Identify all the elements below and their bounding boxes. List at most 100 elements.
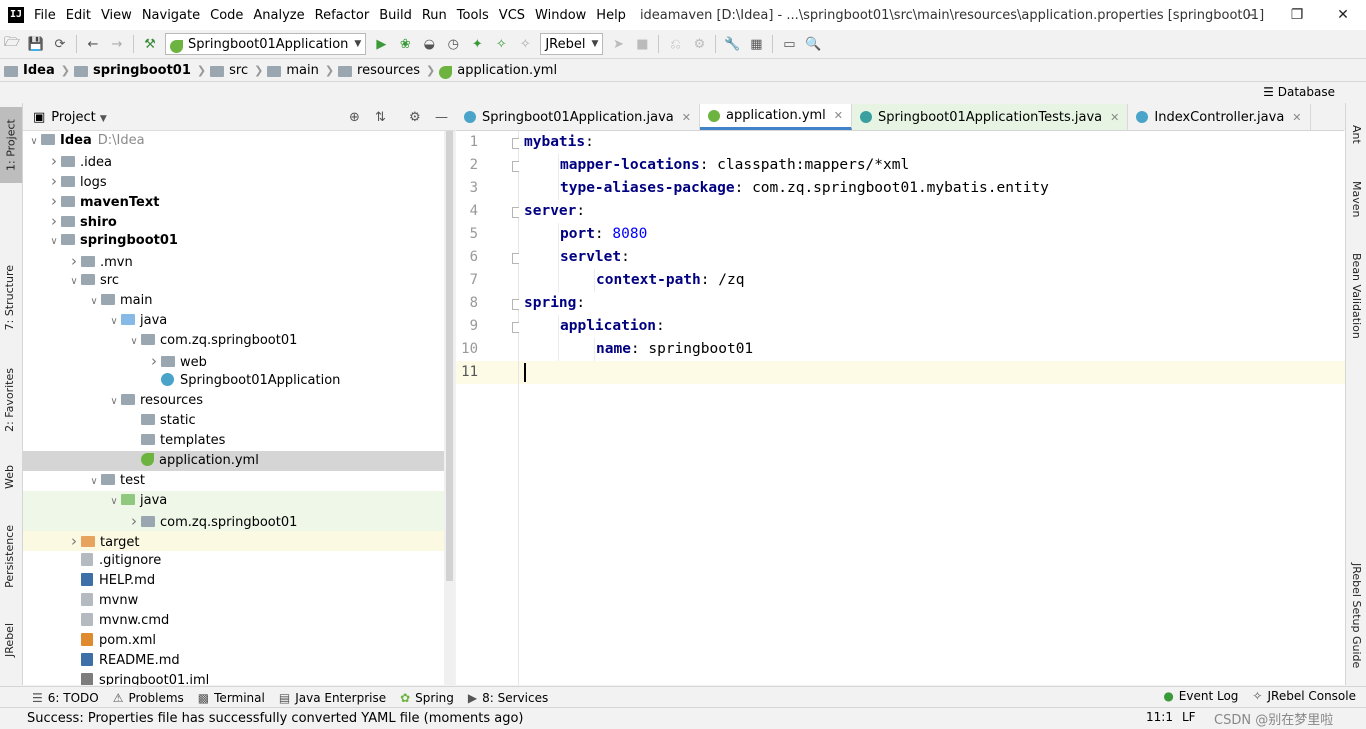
- tree-item[interactable]: mvnw.cmd: [23, 611, 455, 631]
- chevron-right-icon[interactable]: ›: [127, 511, 141, 531]
- build-hammer-icon[interactable]: ⚒: [142, 36, 158, 52]
- jrebel-select[interactable]: JRebel ▼: [540, 33, 604, 55]
- tree-item[interactable]: › .mvn: [23, 251, 455, 271]
- project-scrollbar[interactable]: [444, 131, 455, 685]
- menu-item-help[interactable]: Help: [596, 8, 626, 23]
- maximize-icon[interactable]: ❐: [1274, 0, 1320, 30]
- tab-maven[interactable]: Maven: [1350, 181, 1363, 217]
- chevron-right-icon[interactable]: ›: [147, 351, 161, 371]
- jrebel-update-icon[interactable]: ✧: [517, 36, 533, 52]
- tree-item[interactable]: ∨ src: [23, 271, 455, 291]
- tab-project[interactable]: 1: Project: [0, 107, 22, 183]
- chevron-down-icon[interactable]: ∨: [107, 312, 121, 332]
- tree-item[interactable]: .gitignore: [23, 551, 455, 571]
- tab-structure[interactable]: 7: Structure: [3, 265, 16, 330]
- chevron-right-icon[interactable]: ›: [47, 211, 61, 231]
- editor-tab[interactable]: Springboot01Application.java ✕: [456, 104, 700, 130]
- menu-item-analyze[interactable]: Analyze: [253, 8, 304, 23]
- run-icon[interactable]: ▶: [373, 36, 389, 52]
- back-arrow-icon[interactable]: ←: [85, 36, 101, 52]
- tree-item[interactable]: ∨ main: [23, 291, 455, 311]
- tab-jrebel[interactable]: JRebel: [3, 623, 16, 657]
- debug-icon[interactable]: ❀: [397, 36, 413, 52]
- search-icon[interactable]: 🔍: [805, 36, 821, 52]
- hide-panel-icon[interactable]: —: [435, 110, 448, 125]
- breadcrumb-item[interactable]: springboot01: [70, 63, 197, 78]
- menu-item-build[interactable]: Build: [379, 8, 412, 23]
- menu-item-navigate[interactable]: Navigate: [142, 8, 200, 23]
- menu-item-edit[interactable]: Edit: [66, 8, 91, 23]
- tab-jrebel-console[interactable]: ✧ JRebel Console: [1252, 689, 1356, 703]
- chevron-right-icon[interactable]: ›: [67, 531, 81, 551]
- tree-item[interactable]: › com.zq.springboot01: [23, 511, 455, 531]
- tab-java-enterprise[interactable]: ▤ Java Enterprise: [279, 691, 386, 705]
- breadcrumb-item[interactable]: src: [206, 63, 254, 78]
- menu-item-tools[interactable]: Tools: [457, 8, 489, 23]
- tab-bean-validation[interactable]: Bean Validation: [1350, 253, 1363, 339]
- forward-arrow-icon[interactable]: →: [109, 36, 125, 52]
- sync-icon[interactable]: ⟳: [52, 36, 68, 52]
- breadcrumb-item[interactable]: Idea: [0, 63, 61, 78]
- jrebel-debug-icon[interactable]: ✧: [493, 36, 509, 52]
- tree-item[interactable]: templates: [23, 431, 455, 451]
- collapse-all-icon[interactable]: ⇅: [375, 110, 386, 125]
- tree-item[interactable]: application.yml: [23, 451, 455, 471]
- chevron-down-icon[interactable]: ∨: [107, 492, 121, 512]
- close-icon[interactable]: ✕: [1320, 0, 1366, 30]
- menu-item-vcs[interactable]: VCS: [499, 8, 525, 23]
- stop-icon[interactable]: ■: [634, 36, 650, 52]
- run-config-select[interactable]: Springboot01Application ▼: [165, 33, 367, 55]
- menu-item-run[interactable]: Run: [422, 8, 447, 23]
- hot-swap-icon[interactable]: ➤: [610, 36, 626, 52]
- breadcrumb-item[interactable]: application.yml: [435, 63, 563, 79]
- editor-tab[interactable]: Springboot01ApplicationTests.java ✕: [852, 104, 1129, 130]
- tree-item[interactable]: › shiro: [23, 211, 455, 231]
- terminal-window-icon[interactable]: ▭: [781, 36, 797, 52]
- tree-item[interactable]: mvnw: [23, 591, 455, 611]
- tab-persistence[interactable]: Persistence: [3, 525, 16, 588]
- tree-item[interactable]: › mavenText: [23, 191, 455, 211]
- chevron-down-icon[interactable]: ∨: [27, 132, 41, 152]
- close-tab-icon[interactable]: ✕: [834, 109, 843, 122]
- tab-spring[interactable]: ✿ Spring: [400, 691, 454, 705]
- tab-terminal[interactable]: ▩ Terminal: [198, 691, 265, 705]
- tree-item[interactable]: › target: [23, 531, 455, 551]
- tab-favorites[interactable]: 2: Favorites: [3, 368, 16, 432]
- chevron-right-icon[interactable]: ›: [47, 191, 61, 211]
- tree-item[interactable]: static: [23, 411, 455, 431]
- close-tab-icon[interactable]: ✕: [1110, 111, 1119, 124]
- tree-item[interactable]: › logs: [23, 171, 455, 191]
- tab-problems[interactable]: ⚠ Problems: [113, 691, 184, 705]
- menu-item-view[interactable]: View: [101, 8, 132, 23]
- minimize-icon[interactable]: –: [1228, 0, 1274, 30]
- tree-item[interactable]: ∨ springboot01: [23, 231, 455, 251]
- jrebel-run-icon[interactable]: ✦: [469, 36, 485, 52]
- open-folder-icon[interactable]: 🗁: [4, 35, 20, 52]
- breadcrumb-item[interactable]: main: [263, 63, 324, 78]
- chevron-down-icon[interactable]: ∨: [87, 472, 101, 492]
- project-view-select[interactable]: Project ▼: [51, 110, 107, 125]
- close-tab-icon[interactable]: ✕: [682, 111, 691, 124]
- caret-position[interactable]: 11:1: [1146, 710, 1173, 724]
- save-icon[interactable]: 💾: [28, 36, 44, 52]
- chevron-down-icon[interactable]: ∨: [107, 392, 121, 412]
- chevron-right-icon[interactable]: ›: [47, 151, 61, 171]
- menu-item-window[interactable]: Window: [535, 8, 586, 23]
- tree-item[interactable]: › web: [23, 351, 455, 371]
- breadcrumb-item[interactable]: resources: [334, 63, 426, 78]
- project-structure-icon[interactable]: ▦: [748, 36, 764, 52]
- tree-item[interactable]: springboot01.iml: [23, 671, 455, 685]
- tree-item[interactable]: ∨ test: [23, 471, 455, 491]
- editor-tab[interactable]: application.yml ✕: [699, 104, 853, 130]
- tree-item[interactable]: ∨ com.zq.springboot01: [23, 331, 455, 351]
- chevron-down-icon[interactable]: ∨: [67, 272, 81, 292]
- line-ending[interactable]: LF: [1182, 710, 1196, 724]
- chevron-right-icon[interactable]: ›: [47, 171, 61, 191]
- tree-item[interactable]: ∨ java: [23, 491, 455, 511]
- database-button[interactable]: ☰ Database: [1263, 85, 1335, 99]
- tab-jrebel-setup-guide[interactable]: JRebel Setup Guide: [1350, 563, 1363, 668]
- tree-item[interactable]: ∨ Idea D:\Idea: [23, 131, 455, 151]
- menu-item-code[interactable]: Code: [210, 8, 243, 23]
- editor-tab[interactable]: IndexController.java ✕: [1128, 104, 1311, 130]
- menu-item-refactor[interactable]: Refactor: [315, 8, 370, 23]
